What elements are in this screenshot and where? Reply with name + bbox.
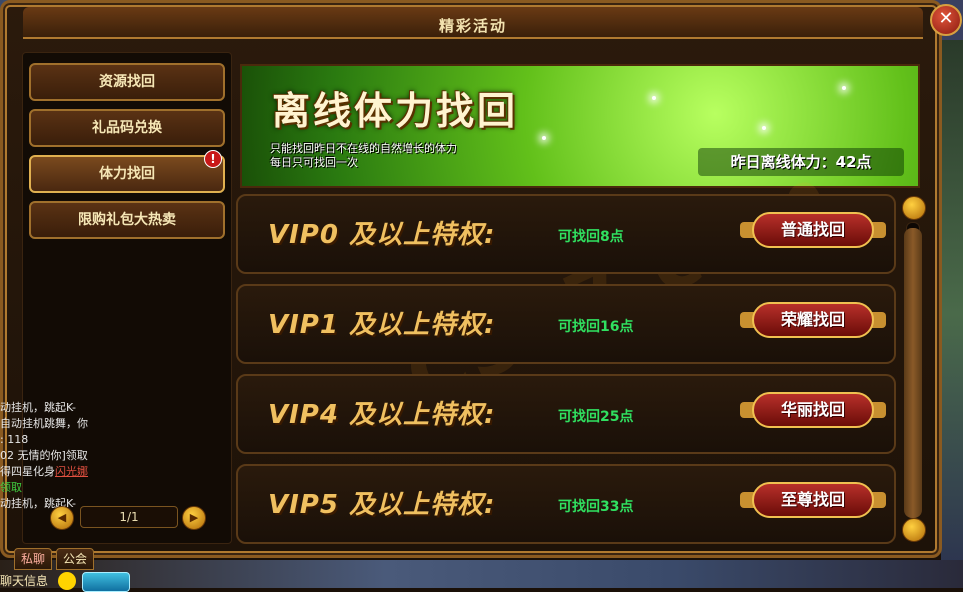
sidebar-item-label: 体力找回 <box>99 166 155 182</box>
send-button[interactable] <box>82 572 130 592</box>
emoji-icon[interactable] <box>58 572 76 590</box>
chat-text: 得四星化身 <box>0 465 55 478</box>
sidebar-item-stamina-recovery[interactable]: 体力找回 <box>29 155 225 193</box>
banner-title: 离线体力找回 <box>272 89 519 133</box>
scroll-up-button[interactable] <box>902 196 926 220</box>
chat-pager: ◀ 1/1 ▶ <box>50 506 210 530</box>
recover-button-label: 普通找回 <box>752 212 874 248</box>
chat-info-label: 聊天信息 <box>0 574 49 588</box>
close-icon: ✕ <box>938 8 954 29</box>
chat-line: 02 无情的你]领取 <box>0 449 88 462</box>
recover-button-label: 至尊找回 <box>752 482 874 518</box>
vip-row-label: VIP0 及以上特权: <box>268 220 496 250</box>
pager-next-button[interactable]: ▶ <box>182 506 206 530</box>
vip-row-amount: 可找回33点 <box>558 499 634 515</box>
banner-desc-line: 只能找回昨日不在线的自然增长的体力 <box>270 142 457 155</box>
window-title: 精彩活动 <box>438 17 507 35</box>
scrollbar-thumb[interactable] <box>904 228 922 518</box>
chat-line: : 118 <box>0 433 29 446</box>
chat-log: 动挂机，跳起K- 自动挂机跳舞，你 : 118 02 无情的你]领取 得四星化身… <box>0 400 225 512</box>
sidebar-item-label: 资源找回 <box>99 74 155 90</box>
vip-row-amount: 可找回16点 <box>558 319 634 335</box>
tab-guild[interactable]: 公会 <box>56 548 95 570</box>
window-titlebar: 精彩活动 <box>23 7 923 39</box>
vip-row: VIP0 及以上特权: 可找回8点 普通找回 <box>236 194 896 274</box>
recover-button-glory[interactable]: 荣耀找回 <box>738 296 888 344</box>
alert-badge-icon: ! <box>204 150 222 168</box>
offline-stamina-stat: 昨日离线体力：42点 <box>698 148 904 176</box>
sidebar-item-resource-recovery[interactable]: 资源找回 <box>29 63 225 101</box>
sidebar-item-limited-packs[interactable]: 限购礼包大热卖 <box>29 201 225 239</box>
vip-row: VIP4 及以上特权: 可找回25点 华丽找回 <box>236 374 896 454</box>
sparkle-icon <box>842 86 846 90</box>
vip-row-amount: 可找回8点 <box>558 229 624 245</box>
vip-row-label: VIP5 及以上特权: <box>268 490 496 520</box>
sparkle-icon <box>762 126 766 130</box>
recover-button-supreme[interactable]: 至尊找回 <box>738 476 888 524</box>
scroll-down-button[interactable] <box>902 518 926 542</box>
game-background-bottom <box>0 560 963 588</box>
banner-desc-line: 每日只可找回一次 <box>270 156 358 169</box>
recover-button-splendid[interactable]: 华丽找回 <box>738 386 888 434</box>
sparkle-icon <box>542 136 546 140</box>
vip-rows: VIP0 及以上特权: 可找回8点 普通找回 VIP1 及以上特权: 可找回16… <box>236 194 900 544</box>
chevron-left-icon: ◀ <box>57 511 67 524</box>
stamina-banner: 离线体力找回 只能找回昨日不在线的自然增长的体力 每日只可找回一次 昨日离线体力… <box>240 64 920 188</box>
page-indicator: 1/1 <box>80 506 178 528</box>
chat-line: 得四星化身闪光娜 <box>0 464 225 480</box>
chat-line: 自动挂机跳舞，你 <box>0 417 88 430</box>
vip-row: VIP1 及以上特权: 可找回16点 荣耀找回 <box>236 284 896 364</box>
vip-row-label: VIP1 及以上特权: <box>268 310 496 340</box>
vip-row-label: VIP4 及以上特权: <box>268 400 496 430</box>
banner-description: 只能找回昨日不在线的自然增长的体力 每日只可找回一次 <box>270 142 457 170</box>
pager-prev-button[interactable]: ◀ <box>50 506 74 530</box>
chat-line: 动挂机，跳起K- <box>0 401 77 414</box>
recover-button-label: 华丽找回 <box>752 392 874 428</box>
chat-player-link[interactable]: 闪光娜 <box>55 465 88 478</box>
chevron-right-icon: ▶ <box>189 511 199 524</box>
vip-row-amount: 可找回25点 <box>558 409 634 425</box>
sidebar-item-label: 礼品码兑换 <box>92 120 162 136</box>
close-button[interactable]: ✕ <box>930 4 962 36</box>
chat-tabs: 私聊 公会 <box>14 548 98 570</box>
chat-line: 领取 <box>0 481 22 494</box>
game-background-right <box>941 40 963 588</box>
tab-private[interactable]: 私聊 <box>14 548 53 570</box>
sidebar-item-label: 限购礼包大热卖 <box>78 212 176 228</box>
sparkle-icon <box>652 96 656 100</box>
sidebar-item-gift-code[interactable]: 礼品码兑换 <box>29 109 225 147</box>
vip-row: VIP5 及以上特权: 可找回33点 至尊找回 <box>236 464 896 544</box>
recover-button-label: 荣耀找回 <box>752 302 874 338</box>
recover-button-normal[interactable]: 普通找回 <box>738 206 888 254</box>
